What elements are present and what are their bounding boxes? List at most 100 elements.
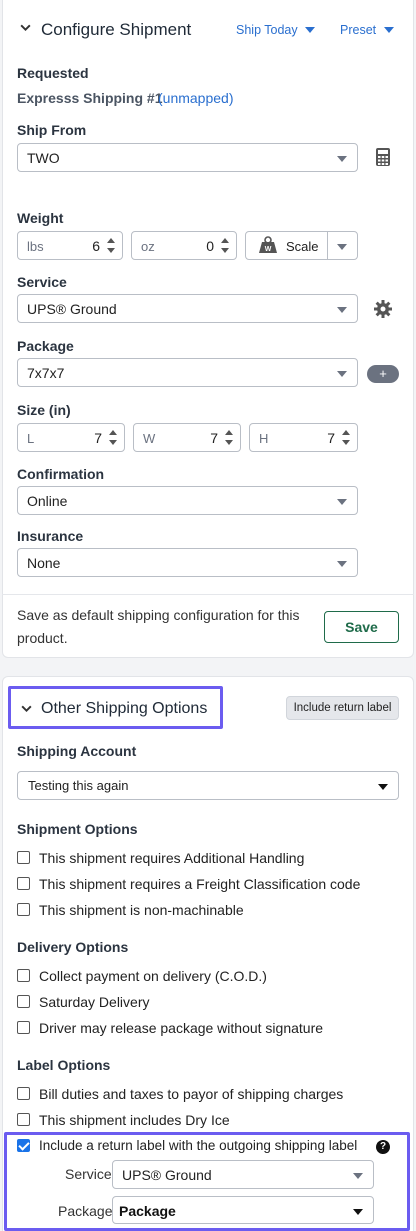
- save-default-text-2: product.: [17, 630, 68, 646]
- size-width-input[interactable]: W 7: [133, 423, 241, 452]
- ship-today-dropdown[interactable]: Ship Today: [236, 23, 298, 37]
- chevron-down-icon: [337, 156, 347, 162]
- weight-lbs-input[interactable]: lbs 6: [17, 231, 123, 260]
- return-package-select[interactable]: Package: [112, 1196, 374, 1224]
- collapse-chevron-icon[interactable]: [19, 21, 32, 37]
- release-without-signature-checkbox[interactable]: [17, 1021, 30, 1034]
- cod-checkbox[interactable]: [17, 969, 30, 982]
- height-unit: H: [259, 431, 269, 446]
- width-value: 7: [210, 430, 218, 446]
- oz-stepper[interactable]: [220, 237, 230, 255]
- length-value: 7: [94, 430, 102, 446]
- chevron-down-icon: [337, 499, 347, 505]
- width-stepper[interactable]: [224, 429, 234, 447]
- caret-down-icon: [378, 784, 388, 790]
- non-machinable-label: This shipment is non-machinable: [39, 902, 244, 918]
- service-label: Service: [17, 274, 67, 290]
- lbs-stepper[interactable]: [106, 237, 116, 255]
- insurance-value: None: [27, 555, 61, 571]
- chevron-down-icon: [337, 561, 347, 567]
- height-value: 7: [327, 430, 335, 446]
- weight-label: Weight: [17, 210, 64, 226]
- weight-oz-input[interactable]: oz 0: [131, 231, 237, 260]
- gear-icon[interactable]: [373, 299, 393, 322]
- lbs-value: 6: [92, 238, 100, 254]
- cod-label: Collect payment on delivery (C.O.D.): [39, 968, 267, 984]
- scale-button-group: W Scale: [245, 231, 358, 260]
- collapse-chevron-icon[interactable]: [20, 702, 33, 718]
- height-stepper[interactable]: [341, 429, 351, 447]
- divider: [2, 594, 414, 595]
- return-package-value: Package: [119, 1203, 176, 1219]
- saturday-delivery-checkbox[interactable]: [17, 995, 30, 1008]
- confirmation-select[interactable]: Online: [17, 486, 358, 515]
- caret-down-icon: [353, 1209, 363, 1215]
- configure-shipment-title: Configure Shipment: [41, 20, 192, 39]
- release-without-signature-label: Driver may release package without signa…: [39, 1020, 324, 1036]
- freight-class-checkbox[interactable]: [17, 877, 30, 890]
- chevron-down-icon: [353, 1173, 363, 1179]
- shipping-account-value: Testing this again: [28, 778, 129, 793]
- scale-dropdown-icon[interactable]: [337, 244, 347, 250]
- chevron-down-icon: [337, 307, 347, 313]
- insurance-label: Insurance: [17, 528, 84, 544]
- svg-text:W: W: [265, 246, 272, 253]
- label-options-label: Label Options: [17, 1057, 111, 1073]
- return-label-checkbox[interactable]: [17, 1139, 30, 1152]
- oz-unit: oz: [141, 239, 155, 254]
- include-return-label-button[interactable]: Include return label: [286, 696, 399, 720]
- saturday-delivery-label: Saturday Delivery: [39, 994, 150, 1010]
- requested-label: Requested: [17, 65, 89, 81]
- preset-dropdown[interactable]: Preset: [340, 23, 376, 37]
- ship-from-label: Ship From: [17, 122, 87, 138]
- scale-label: Scale: [286, 239, 319, 254]
- confirmation-value: Online: [27, 493, 68, 509]
- non-machinable-checkbox[interactable]: [17, 903, 30, 916]
- size-height-input[interactable]: H 7: [249, 423, 358, 452]
- chevron-down-icon: [337, 371, 347, 377]
- ship-today-caret-icon[interactable]: [305, 27, 315, 33]
- freight-class-label: This shipment requires a Freight Classif…: [39, 876, 361, 892]
- scale-icon: W: [258, 236, 278, 257]
- save-default-text: Save as default shipping configuration f…: [17, 607, 300, 623]
- scale-button[interactable]: W Scale: [246, 232, 328, 259]
- return-package-label: Package: [58, 1203, 113, 1219]
- bill-duties-label: Bill duties and taxes to payor of shippi…: [39, 1086, 344, 1102]
- dry-ice-checkbox[interactable]: [17, 1113, 30, 1126]
- additional-handling-checkbox[interactable]: [17, 851, 30, 864]
- shipment-options-label: Shipment Options: [17, 821, 138, 837]
- ship-from-value: TWO: [27, 150, 60, 166]
- return-service-label: Service: [65, 1166, 112, 1182]
- width-unit: W: [143, 431, 156, 446]
- package-select[interactable]: 7x7x7: [17, 358, 358, 387]
- package-value: 7x7x7: [27, 365, 65, 381]
- save-button[interactable]: Save: [324, 611, 399, 643]
- preset-caret-icon[interactable]: [384, 27, 394, 33]
- return-label-checkbox-label: Include a return label with the outgoing…: [39, 1138, 358, 1153]
- service-select[interactable]: UPS® Ground: [17, 294, 358, 323]
- insurance-select[interactable]: None: [17, 548, 358, 577]
- confirmation-label: Confirmation: [17, 466, 105, 482]
- requested-value: Expresss Shipping #1: [17, 90, 163, 106]
- ship-from-select[interactable]: TWO: [17, 143, 358, 172]
- calculator-icon[interactable]: [375, 147, 391, 170]
- length-unit: L: [27, 431, 35, 446]
- shipping-account-select[interactable]: Testing this again: [17, 771, 399, 800]
- other-shipping-options-title: Other Shipping Options: [41, 700, 208, 717]
- dry-ice-label: This shipment includes Dry Ice: [39, 1112, 230, 1128]
- length-stepper[interactable]: [108, 429, 118, 447]
- unmapped-link[interactable]: (unmapped): [158, 90, 234, 106]
- oz-value: 0: [206, 238, 214, 254]
- help-icon[interactable]: ?: [376, 1140, 390, 1154]
- delivery-options-label: Delivery Options: [17, 939, 129, 955]
- lbs-unit: lbs: [27, 239, 44, 254]
- return-service-select[interactable]: UPS® Ground: [112, 1160, 374, 1189]
- return-service-value: UPS® Ground: [122, 1167, 212, 1183]
- shipping-account-label: Shipping Account: [17, 743, 137, 759]
- bill-duties-checkbox[interactable]: [17, 1087, 30, 1100]
- package-label: Package: [17, 338, 74, 354]
- add-package-button[interactable]: +: [367, 365, 399, 383]
- size-length-input[interactable]: L 7: [17, 423, 125, 452]
- additional-handling-label: This shipment requires Additional Handli…: [39, 850, 305, 866]
- service-value: UPS® Ground: [27, 301, 117, 317]
